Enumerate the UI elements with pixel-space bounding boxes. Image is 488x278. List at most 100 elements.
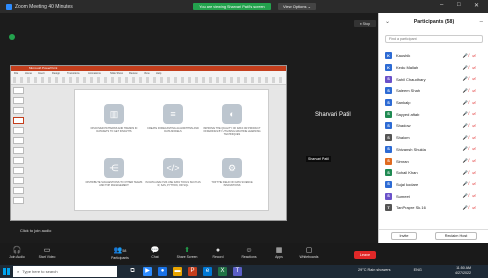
clock-date: 4/27/2022	[455, 271, 471, 275]
participant-name: Kaushik	[396, 53, 411, 59]
close-button[interactable]: ✕	[474, 2, 479, 9]
participant-row[interactable]: S Shalom 🎤̸ ▭̸	[385, 132, 483, 144]
pop-out-icon[interactable]: –	[480, 19, 483, 25]
participant-name: Sankalp	[396, 100, 411, 106]
participant-search-input[interactable]	[385, 35, 483, 43]
reclaim-host-button[interactable]: Reclaim Host	[435, 232, 477, 240]
ppt-tab: Review	[129, 72, 138, 75]
shared-powerpoint-window: Microsoft PowerPoint File Home Insert De…	[10, 65, 287, 221]
whiteboards-button[interactable]: ▢ Whiteboards	[294, 246, 324, 259]
button-label: Reactions	[241, 255, 257, 259]
participant-row[interactable]: S Sumeet 🎤̸ ▭̸	[385, 190, 483, 202]
participant-row[interactable]: S Saleem Shah 🎤̸ ▭̸	[385, 85, 483, 97]
participant-row[interactable]: S Sohail Khan 🎤̸ ▭̸	[385, 167, 483, 179]
chevron-down-icon[interactable]: ⌄	[385, 18, 390, 25]
meeting-toolbar: 🎧 Join Audio ▭ Start Video 👥58 Participants…	[0, 243, 488, 265]
edge-icon[interactable]: e	[203, 267, 212, 276]
participant-name: Saleem Shah	[396, 88, 421, 94]
record-button[interactable]: ● Record	[203, 246, 233, 259]
minimize-button[interactable]: –	[440, 2, 443, 8]
apps-button[interactable]: ▦ Apps	[264, 246, 294, 259]
avatar: S	[385, 110, 392, 118]
participant-name: Sujal kodare	[396, 181, 419, 187]
leave-button[interactable]: Leave	[354, 251, 376, 259]
participant-name: Simran	[396, 158, 409, 164]
taskbar-search[interactable]: ⌕ Type here to search	[13, 266, 117, 277]
feature-text: IMPROVE THE QUALITY OF DATA OR PRODUCT O…	[203, 127, 261, 137]
share-nodes-icon: ⋲	[104, 158, 124, 178]
ppt-tab: File	[14, 72, 19, 75]
language-indicator: ENG	[413, 268, 422, 272]
avatar: S	[385, 75, 392, 83]
participant-name: Kedu Mallah	[396, 65, 419, 71]
participant-row[interactable]: S Sankalp 🎤̸ ▭̸	[385, 97, 483, 109]
excel-icon[interactable]: X	[218, 267, 227, 276]
slide-thumbnail	[13, 157, 24, 164]
invite-button[interactable]: Invite	[391, 232, 417, 240]
view-options-button[interactable]: View Options ⌄	[278, 3, 316, 10]
slide-thumbnail	[13, 97, 24, 104]
slide-thumbnail	[13, 127, 24, 134]
slide-feature: ⋲ DISTRIBUTE SUGGESTIONS TO OTHER TEAMS …	[85, 158, 143, 187]
avatar: K	[385, 52, 392, 60]
chat-button[interactable]: 💬 Chat	[140, 246, 170, 259]
taskbar-apps: ⧉ ▶ ● ▬ P e X T	[128, 267, 242, 276]
participant-row[interactable]: S Simran 🎤̸ ▭̸	[385, 155, 483, 167]
participant-name: Sahil Chaudhary	[396, 76, 426, 82]
windows-start-icon[interactable]	[3, 268, 10, 275]
slide-thumbnail	[13, 197, 24, 204]
whiteboard-icon: ▢	[305, 247, 313, 254]
reactions-button[interactable]: ☺ Reactions	[234, 246, 264, 259]
file-explorer-icon[interactable]: ▬	[173, 267, 182, 276]
button-label: Participants	[111, 256, 129, 260]
muted-mic-icon: 🎤̸ ▭̸	[462, 169, 477, 175]
feature-text: DISCOVER PATTERNS AND TRENDS IN DATASETS…	[90, 127, 138, 134]
slide-thumbnail	[13, 137, 24, 144]
muted-mic-icon: 🎤̸ ▭̸	[462, 204, 477, 210]
feature-text: TOP THE FIELD OF DATA SCIENCE INNOVATION…	[211, 181, 253, 188]
participant-row[interactable]: S Sahil Chaudhary 🎤̸ ▭̸	[385, 73, 483, 85]
maximize-button[interactable]: □	[457, 2, 461, 8]
system-tray[interactable]: 29°C Rain showers ENG	[358, 268, 422, 272]
slide-thumbnail	[13, 177, 24, 184]
start-video-button[interactable]: ▭ Start Video	[32, 246, 62, 259]
participant-row[interactable]: S Sujal kodare 🎤̸ ▭̸	[385, 179, 483, 191]
taskbar-clock[interactable]: 11:50 AM 4/27/2022	[455, 266, 471, 276]
participant-row[interactable]: S Shadow 🎤̸ ▭̸	[385, 120, 483, 132]
participant-name: Shivansh Shukla	[396, 146, 426, 152]
avatar: T	[385, 204, 392, 212]
powerpoint-icon[interactable]: P	[188, 267, 197, 276]
ppt-tab: Animations	[88, 72, 101, 75]
participant-row[interactable]: S Shivansh Shukla 🎤̸ ▭̸	[385, 144, 483, 156]
participant-row[interactable]: T TanPrapre Sk.16 🎤̸ ▭̸	[385, 202, 483, 214]
zoom-app-icon[interactable]: ▶	[143, 267, 152, 276]
slide-thumbnails	[13, 87, 25, 218]
weather-text: 29°C Rain showers	[358, 268, 391, 272]
ppt-tab: Design	[52, 72, 61, 75]
avatar: S	[385, 157, 392, 165]
apps-icon: ▦	[275, 247, 283, 254]
click-to-join-audio[interactable]: Click to join audio	[20, 228, 51, 233]
stop-share-button[interactable]: ⏸ Stop	[354, 20, 376, 27]
muted-mic-icon: 🎤̸ ▭̸	[462, 99, 477, 105]
participants-icon: 👥58	[105, 246, 135, 256]
teams-icon[interactable]: T	[233, 267, 242, 276]
presenter-name: Sharvari Patil	[315, 112, 351, 118]
chrome-icon[interactable]: ●	[158, 267, 167, 276]
slide-thumbnail	[13, 147, 24, 154]
participants-button[interactable]: 👥58 Participants	[105, 246, 135, 260]
security-shield-icon[interactable]	[9, 34, 15, 40]
join-audio-button[interactable]: 🎧 Join Audio	[2, 246, 32, 259]
avatar: S	[385, 169, 392, 177]
task-view-icon[interactable]: ⧉	[128, 267, 137, 276]
participant-row[interactable]: K Kedu Mallah 🎤̸ ▭̸	[385, 62, 483, 74]
panel-footer: Invite Reclaim Host	[379, 229, 488, 243]
avatar: S	[385, 145, 392, 153]
slide-thumbnail	[13, 87, 24, 94]
participant-row[interactable]: K Kaushik 🎤̸ ▭̸	[385, 50, 483, 62]
share-screen-button[interactable]: ⬆ Share Screen	[172, 246, 202, 259]
button-label: Share Screen	[176, 255, 198, 259]
muted-mic-icon: 🎤̸ ▭̸	[462, 134, 477, 140]
participant-name: TanPrapre Sk.16	[396, 205, 426, 211]
participant-row[interactable]: S Sayyed aftab 🎤̸ ▭̸	[385, 108, 483, 120]
